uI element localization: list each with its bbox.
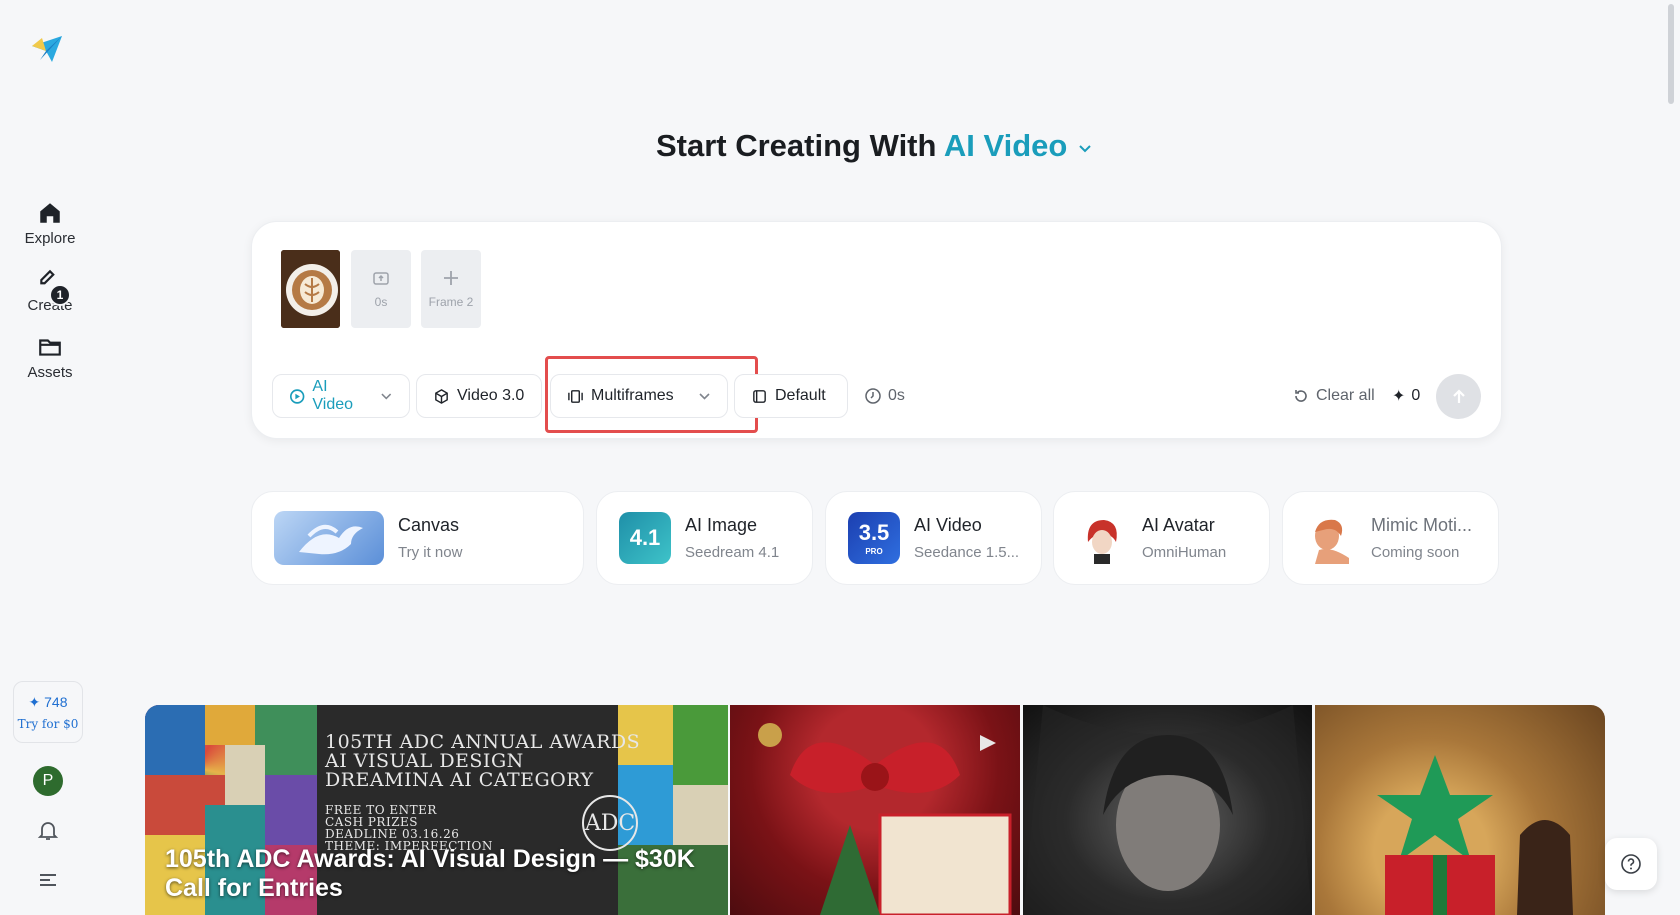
highlight-box [545,356,758,433]
credit-cost: ✦ 0 [1392,387,1421,405]
tool-card-ai-avatar[interactable]: AI Avatar OmniHuman [1053,491,1270,585]
tool-title: AI Video [914,515,982,535]
ratio-icon [753,389,766,403]
frame-duration-slot[interactable]: 0s [351,250,411,328]
tool-title: AI Avatar [1142,515,1215,535]
tool-card-ai-video[interactable]: 3.5 PRO AI Video Seedance 1.5... [825,491,1042,585]
featured-banner[interactable]: 105TH ADC ANNUAL AWARDS AI VISUAL DESIGN… [145,705,728,915]
aspect-ratio-dropdown[interactable]: Default [734,374,848,418]
clear-all-button[interactable]: Clear all [1292,374,1375,418]
cube-icon [435,388,448,404]
mimic-icon [1305,512,1357,564]
gallery-item-portrait[interactable] [1023,705,1312,915]
sidebar-item-explore[interactable]: Explore [24,200,76,247]
create-notification-badge: 1 [49,284,71,306]
tool-subtitle: OmniHuman [1142,544,1227,561]
sidebar-item-assets[interactable]: Assets [27,334,73,381]
star-gift-image [1377,755,1573,915]
tool-card-ai-image[interactable]: 4.1 AI Image Seedream 4.1 [596,491,813,585]
seedream-icon: 4.1 [619,512,671,564]
avatar-icon [1076,512,1128,564]
page-scrollbar[interactable] [1668,4,1674,104]
arrow-up-icon [1452,388,1465,403]
menu-icon[interactable] [36,870,60,890]
gallery-item-christmas[interactable] [730,705,1020,915]
tool-subtitle: Seedance 1.5... [914,544,1020,561]
christmas-scene-image [758,723,1012,915]
mode-dropdown[interactable]: AI Video [272,374,410,418]
gallery-item-gift[interactable] [1315,705,1605,915]
banner-title: 105th ADC Awards: AI Visual Design — $30… [165,845,695,902]
plus-icon [444,271,458,285]
adc-logo: ADC [582,795,638,851]
page-title: Start Creating With AI Video [0,128,1680,164]
mode-switcher[interactable]: AI Video [944,128,1067,163]
sidebar-item-label: Assets [27,364,73,381]
model-dropdown[interactable]: Video 3.0 [416,374,542,418]
try-for-free-link[interactable]: Try for $0 [18,717,79,731]
seedance-icon: 3.5 PRO [848,512,900,564]
duration-selector[interactable]: 0s [864,374,905,418]
question-icon [1621,854,1641,874]
chevron-down-icon [381,393,392,400]
tool-card-mimic-motion[interactable]: Mimic Moti... Coming soon [1282,491,1499,585]
tool-title: Canvas [398,515,460,535]
tool-title: Mimic Moti... [1371,515,1472,535]
credits-box[interactable]: ✦ 748 Try for $0 [13,681,83,743]
tool-card-canvas[interactable]: Canvas Try it now [251,491,584,585]
tool-subtitle: Seedream 4.1 [685,544,780,561]
frame-1-thumbnail[interactable] [281,250,340,328]
clock-icon [865,388,881,404]
add-frame-2-button[interactable]: Frame 2 [421,250,481,328]
veiled-portrait-image [1023,705,1312,915]
sparkle-icon: ✦ [1392,388,1406,405]
sidebar-item-label: Explore [24,230,76,247]
tool-title: AI Image [685,515,758,535]
home-icon [40,203,60,223]
bell-icon[interactable] [36,818,60,842]
play-icon [980,735,996,751]
chevron-down-icon[interactable] [1076,139,1094,157]
dreamina-logo-icon[interactable] [30,32,64,66]
tool-subtitle: Coming soon [1371,544,1460,561]
upload-icon [373,272,389,285]
reset-icon [1295,390,1307,402]
tool-subtitle: Try it now [398,544,463,561]
folder-icon [39,339,61,356]
help-button[interactable] [1605,838,1657,890]
ai-video-icon [290,388,305,404]
avatar[interactable]: P [33,766,63,796]
canvas-pegasus-icon [274,511,384,565]
generate-button[interactable] [1436,374,1481,419]
credits-value: ✦ 748 [28,693,68,710]
latte-image [281,250,340,328]
